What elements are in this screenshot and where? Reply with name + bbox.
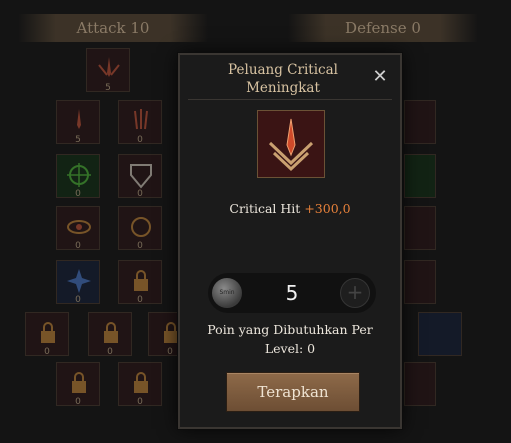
skill-level: 0 [107, 347, 113, 357]
skill-tile[interactable]: 0 [118, 260, 162, 305]
tab-attack[interactable]: Attack 10 [18, 14, 208, 42]
crest-icon [131, 217, 151, 237]
skill-tile[interactable] [404, 362, 436, 406]
skill-detail-modal: Peluang Critical Meningkat ✕ Critical Hi… [178, 53, 402, 429]
skill-level: 0 [75, 295, 81, 305]
skill-level: 5 [75, 135, 81, 145]
eye-emblem-icon [67, 220, 91, 234]
skill-level: 5 [105, 83, 111, 93]
skill-tile[interactable]: 5 [56, 100, 100, 145]
skill-tile[interactable] [404, 100, 436, 144]
skill-level: 0 [137, 135, 143, 145]
skill-level: 0 [75, 397, 81, 407]
skill-tile[interactable]: 0 [56, 362, 100, 407]
minus-button[interactable]: Smin [212, 278, 242, 308]
skill-tile[interactable]: 0 [56, 260, 100, 305]
skill-level: 0 [44, 347, 50, 357]
stat-line: Critical Hit +300,0 [180, 201, 400, 216]
star-burst-icon [67, 269, 91, 293]
skill-tile[interactable]: 0 [56, 206, 100, 251]
apply-button[interactable]: Terapkan [226, 372, 360, 412]
plus-button[interactable]: + [340, 278, 370, 308]
skill-tile[interactable]: 0 [118, 100, 162, 145]
lock-icon [134, 372, 148, 393]
skill-icon-frame [257, 110, 325, 178]
sword-wings-icon [77, 109, 81, 129]
tab-defense[interactable]: Defense 0 [288, 14, 478, 42]
skill-level: 0 [75, 241, 81, 251]
level-stepper: Smin 5 + [208, 273, 376, 313]
skill-tile[interactable] [404, 154, 436, 198]
stat-value: +300,0 [304, 201, 351, 216]
skill-tile[interactable] [404, 260, 436, 304]
skill-level: 0 [137, 189, 143, 199]
skill-tile[interactable]: 0 [25, 312, 69, 357]
crosshair-icon [67, 163, 91, 187]
triple-blade-icon [134, 109, 148, 130]
lock-icon [104, 322, 118, 343]
skill-level: 0 [137, 397, 143, 407]
stepper-value: 5 [285, 281, 299, 305]
stat-label: Critical Hit [229, 201, 301, 216]
modal-title: Peluang Critical Meningkat [228, 62, 338, 96]
shield-emblem-icon [130, 164, 152, 189]
skill-tile[interactable]: 5 [86, 48, 130, 93]
skill-tile[interactable]: 0 [88, 312, 132, 357]
skill-level: 0 [137, 295, 143, 305]
skill-tile[interactable]: 0 [118, 206, 162, 251]
close-icon[interactable]: ✕ [370, 67, 390, 87]
sword-wings-icon [98, 57, 120, 77]
skill-tile[interactable] [418, 312, 462, 356]
lock-icon [72, 372, 86, 393]
lock-icon [134, 270, 148, 291]
sword-chevron-icon [262, 115, 320, 173]
skill-level: 0 [75, 189, 81, 199]
skill-tile[interactable]: 0 [118, 362, 162, 407]
points-required-label: Poin yang Dibutuhkan Per Level: 0 [207, 322, 373, 356]
lock-icon [41, 322, 55, 343]
skill-level: 0 [137, 241, 143, 251]
skill-tile[interactable] [404, 206, 436, 250]
modal-header: Peluang Critical Meningkat ✕ [188, 57, 392, 100]
skill-tile[interactable]: 0 [118, 154, 162, 199]
skill-tile[interactable]: 0 [56, 154, 100, 199]
